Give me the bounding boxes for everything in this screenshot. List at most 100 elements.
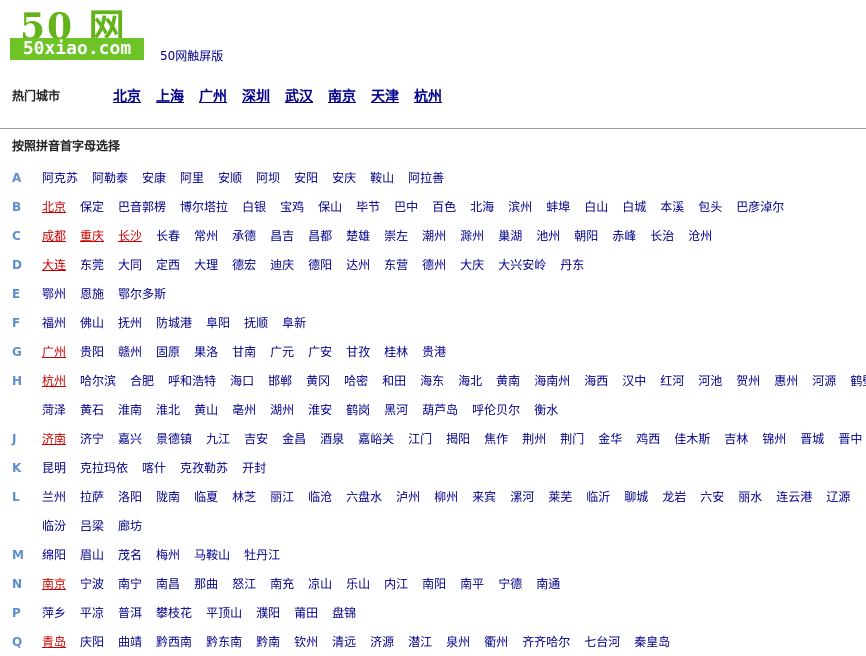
city-link[interactable]: 曲靖 <box>118 633 142 650</box>
city-link[interactable]: 河池 <box>698 372 722 389</box>
city-link[interactable]: 潜江 <box>408 633 432 650</box>
city-link[interactable]: 济南 <box>42 430 66 447</box>
city-link[interactable]: 南京 <box>42 575 66 592</box>
city-link[interactable]: 揭阳 <box>446 430 470 447</box>
city-link[interactable]: 贺州 <box>736 372 760 389</box>
city-link[interactable]: 莆田 <box>294 604 318 621</box>
city-link[interactable]: 连云港 <box>776 488 812 505</box>
city-link[interactable]: 鄂尔多斯 <box>118 285 166 302</box>
city-link[interactable]: 达州 <box>346 256 370 273</box>
city-link[interactable]: 毕节 <box>356 198 380 215</box>
city-link[interactable]: 喀什 <box>142 459 166 476</box>
city-link[interactable]: 金昌 <box>282 430 306 447</box>
city-link[interactable]: 南通 <box>536 575 560 592</box>
city-link[interactable]: 红河 <box>660 372 684 389</box>
city-link[interactable]: 平顶山 <box>206 604 242 621</box>
city-link[interactable]: 陇南 <box>156 488 180 505</box>
city-link[interactable]: 长治 <box>650 227 674 244</box>
city-link[interactable]: 巴音郭楞 <box>118 198 166 215</box>
city-link[interactable]: 克孜勒苏 <box>180 459 228 476</box>
city-link[interactable]: 晋城 <box>800 430 824 447</box>
city-link[interactable]: 攀枝花 <box>156 604 192 621</box>
city-link[interactable]: 吕梁 <box>80 517 104 534</box>
city-link[interactable]: 佛山 <box>80 314 104 331</box>
city-link[interactable]: 普洱 <box>118 604 142 621</box>
city-link[interactable]: 安康 <box>142 169 166 186</box>
city-link[interactable]: 茂名 <box>118 546 142 563</box>
city-link[interactable]: 平凉 <box>80 604 104 621</box>
city-link[interactable]: 秦皇岛 <box>634 633 670 650</box>
hot-city-link[interactable]: 杭州 <box>414 86 442 106</box>
city-link[interactable]: 南宁 <box>118 575 142 592</box>
city-link[interactable]: 钦州 <box>294 633 318 650</box>
city-link[interactable]: 盘锦 <box>332 604 356 621</box>
city-link[interactable]: 潮州 <box>422 227 446 244</box>
city-link[interactable]: 福州 <box>42 314 66 331</box>
city-link[interactable]: 廊坊 <box>118 517 142 534</box>
city-link[interactable]: 安庆 <box>332 169 356 186</box>
city-link[interactable]: 大连 <box>42 256 66 273</box>
city-link[interactable]: 宁波 <box>80 575 104 592</box>
city-link[interactable]: 开封 <box>242 459 266 476</box>
city-link[interactable]: 牡丹江 <box>244 546 280 563</box>
city-link[interactable]: 淮南 <box>118 401 142 418</box>
city-link[interactable]: 抚顺 <box>244 314 268 331</box>
city-link[interactable]: 菏泽 <box>42 401 66 418</box>
city-link[interactable]: 巢湖 <box>498 227 522 244</box>
city-link[interactable]: 黄南 <box>496 372 520 389</box>
city-link[interactable]: 乐山 <box>346 575 370 592</box>
city-link[interactable]: 青岛 <box>42 633 66 650</box>
city-link[interactable]: 广州 <box>42 343 66 360</box>
city-link[interactable]: 那曲 <box>194 575 218 592</box>
city-link[interactable]: 惠州 <box>774 372 798 389</box>
city-link[interactable]: 九江 <box>206 430 230 447</box>
city-link[interactable]: 济源 <box>370 633 394 650</box>
city-link[interactable]: 北海 <box>470 198 494 215</box>
city-link[interactable]: 德阳 <box>308 256 332 273</box>
city-link[interactable]: 崇左 <box>384 227 408 244</box>
city-link[interactable]: 阜阳 <box>206 314 230 331</box>
city-link[interactable]: 和田 <box>382 372 406 389</box>
hot-city-link[interactable]: 深圳 <box>242 86 270 106</box>
city-link[interactable]: 宁德 <box>498 575 522 592</box>
touch-version-link[interactable]: 50网触屏版 <box>160 47 223 64</box>
city-link[interactable]: 安阳 <box>294 169 318 186</box>
city-link[interactable]: 嘉峪关 <box>358 430 394 447</box>
city-link[interactable]: 阿勒泰 <box>92 169 128 186</box>
city-link[interactable]: 南阳 <box>422 575 446 592</box>
city-link[interactable]: 莱芜 <box>548 488 572 505</box>
hot-city-link[interactable]: 上海 <box>156 86 184 106</box>
city-link[interactable]: 长春 <box>156 227 180 244</box>
city-link[interactable]: 滁州 <box>460 227 484 244</box>
city-link[interactable]: 迪庆 <box>270 256 294 273</box>
city-link[interactable]: 沧州 <box>688 227 712 244</box>
city-link[interactable]: 淮安 <box>308 401 332 418</box>
city-link[interactable]: 湖州 <box>270 401 294 418</box>
city-link[interactable]: 哈尔滨 <box>80 372 116 389</box>
city-link[interactable]: 东营 <box>384 256 408 273</box>
city-link[interactable]: 南平 <box>460 575 484 592</box>
city-link[interactable]: 济宁 <box>80 430 104 447</box>
city-link[interactable]: 萍乡 <box>42 604 66 621</box>
city-link[interactable]: 贵阳 <box>80 343 104 360</box>
city-link[interactable]: 昌吉 <box>270 227 294 244</box>
city-link[interactable]: 怒江 <box>232 575 256 592</box>
city-link[interactable]: 黄山 <box>194 401 218 418</box>
city-link[interactable]: 赣州 <box>118 343 142 360</box>
hot-city-link[interactable]: 北京 <box>113 86 141 106</box>
city-link[interactable]: 甘南 <box>232 343 256 360</box>
city-link[interactable]: 荆门 <box>560 430 584 447</box>
city-link[interactable]: 哈密 <box>344 372 368 389</box>
city-link[interactable]: 泸州 <box>396 488 420 505</box>
city-link[interactable]: 鸡西 <box>636 430 660 447</box>
city-link[interactable]: 巴中 <box>394 198 418 215</box>
city-link[interactable]: 黔东南 <box>206 633 242 650</box>
city-link[interactable]: 滨州 <box>508 198 532 215</box>
city-link[interactable]: 衢州 <box>484 633 508 650</box>
city-link[interactable]: 固原 <box>156 343 180 360</box>
city-link[interactable]: 嘉兴 <box>118 430 142 447</box>
city-link[interactable]: 酒泉 <box>320 430 344 447</box>
city-link[interactable]: 河源 <box>812 372 836 389</box>
city-link[interactable]: 保定 <box>80 198 104 215</box>
city-link[interactable]: 拉萨 <box>80 488 104 505</box>
